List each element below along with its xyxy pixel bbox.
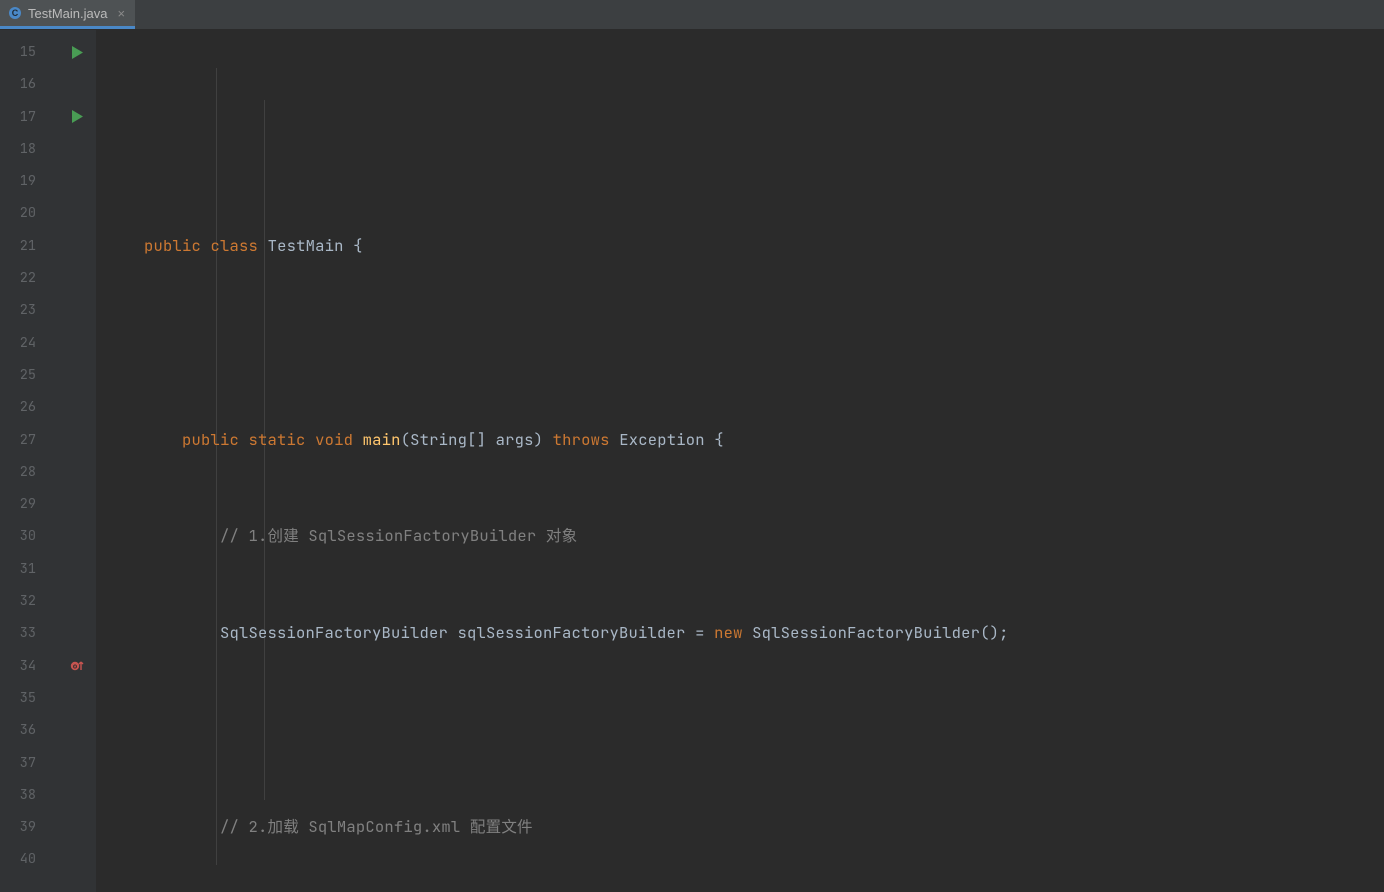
run-class-icon[interactable]	[58, 36, 96, 68]
code-line[interactable]: // 1.创建 SqlSessionFactoryBuilder 对象	[96, 520, 1384, 552]
line-number: 24	[0, 327, 58, 359]
code-line[interactable]: public class TestMain {	[96, 230, 1384, 262]
line-number: 21	[0, 230, 58, 262]
svg-text:C: C	[12, 8, 19, 18]
line-number: 38	[0, 779, 58, 811]
tab-filename: TestMain.java	[28, 6, 107, 21]
tab-bar: C TestMain.java ×	[0, 0, 1384, 30]
editor: 15 16 17 18 19 20 21 22 23 24 25 26 27 2…	[0, 30, 1384, 892]
line-number: 35	[0, 682, 58, 714]
line-number: 23	[0, 294, 58, 326]
code-line[interactable]	[96, 327, 1384, 359]
line-number: 17	[0, 101, 58, 133]
gutter-markers: o	[58, 30, 96, 892]
line-number: 32	[0, 585, 58, 617]
line-number: 40	[0, 843, 58, 875]
line-number: 18	[0, 133, 58, 165]
line-number: 37	[0, 747, 58, 779]
line-number: 26	[0, 391, 58, 423]
run-main-icon[interactable]	[58, 101, 96, 133]
line-number: 16	[0, 68, 58, 100]
line-number: 27	[0, 424, 58, 456]
code-line[interactable]: SqlSessionFactoryBuilder sqlSessionFacto…	[96, 617, 1384, 649]
line-number: 30	[0, 520, 58, 552]
svg-text:o: o	[72, 664, 76, 671]
line-number: 20	[0, 197, 58, 229]
line-number: 28	[0, 456, 58, 488]
line-number: 39	[0, 811, 58, 843]
line-number: 36	[0, 714, 58, 746]
code-area[interactable]: public class TestMain { public static vo…	[96, 30, 1384, 892]
line-number: 25	[0, 359, 58, 391]
java-class-icon: C	[8, 6, 22, 20]
override-up-icon[interactable]: o	[58, 650, 96, 682]
line-number: 29	[0, 488, 58, 520]
line-number: 33	[0, 617, 58, 649]
line-number: 22	[0, 262, 58, 294]
code-line[interactable]: public static void main(String[] args) t…	[96, 424, 1384, 456]
code-line[interactable]	[96, 714, 1384, 746]
code-line[interactable]: // 2.加载 SqlMapConfig.xml 配置文件	[96, 811, 1384, 843]
line-number: 15	[0, 36, 58, 68]
line-number: 34	[0, 650, 58, 682]
tab-testmain[interactable]: C TestMain.java ×	[0, 0, 135, 29]
close-icon[interactable]: ×	[113, 6, 125, 21]
line-number-gutter[interactable]: 15 16 17 18 19 20 21 22 23 24 25 26 27 2…	[0, 30, 58, 892]
line-number: 31	[0, 553, 58, 585]
line-number: 19	[0, 165, 58, 197]
